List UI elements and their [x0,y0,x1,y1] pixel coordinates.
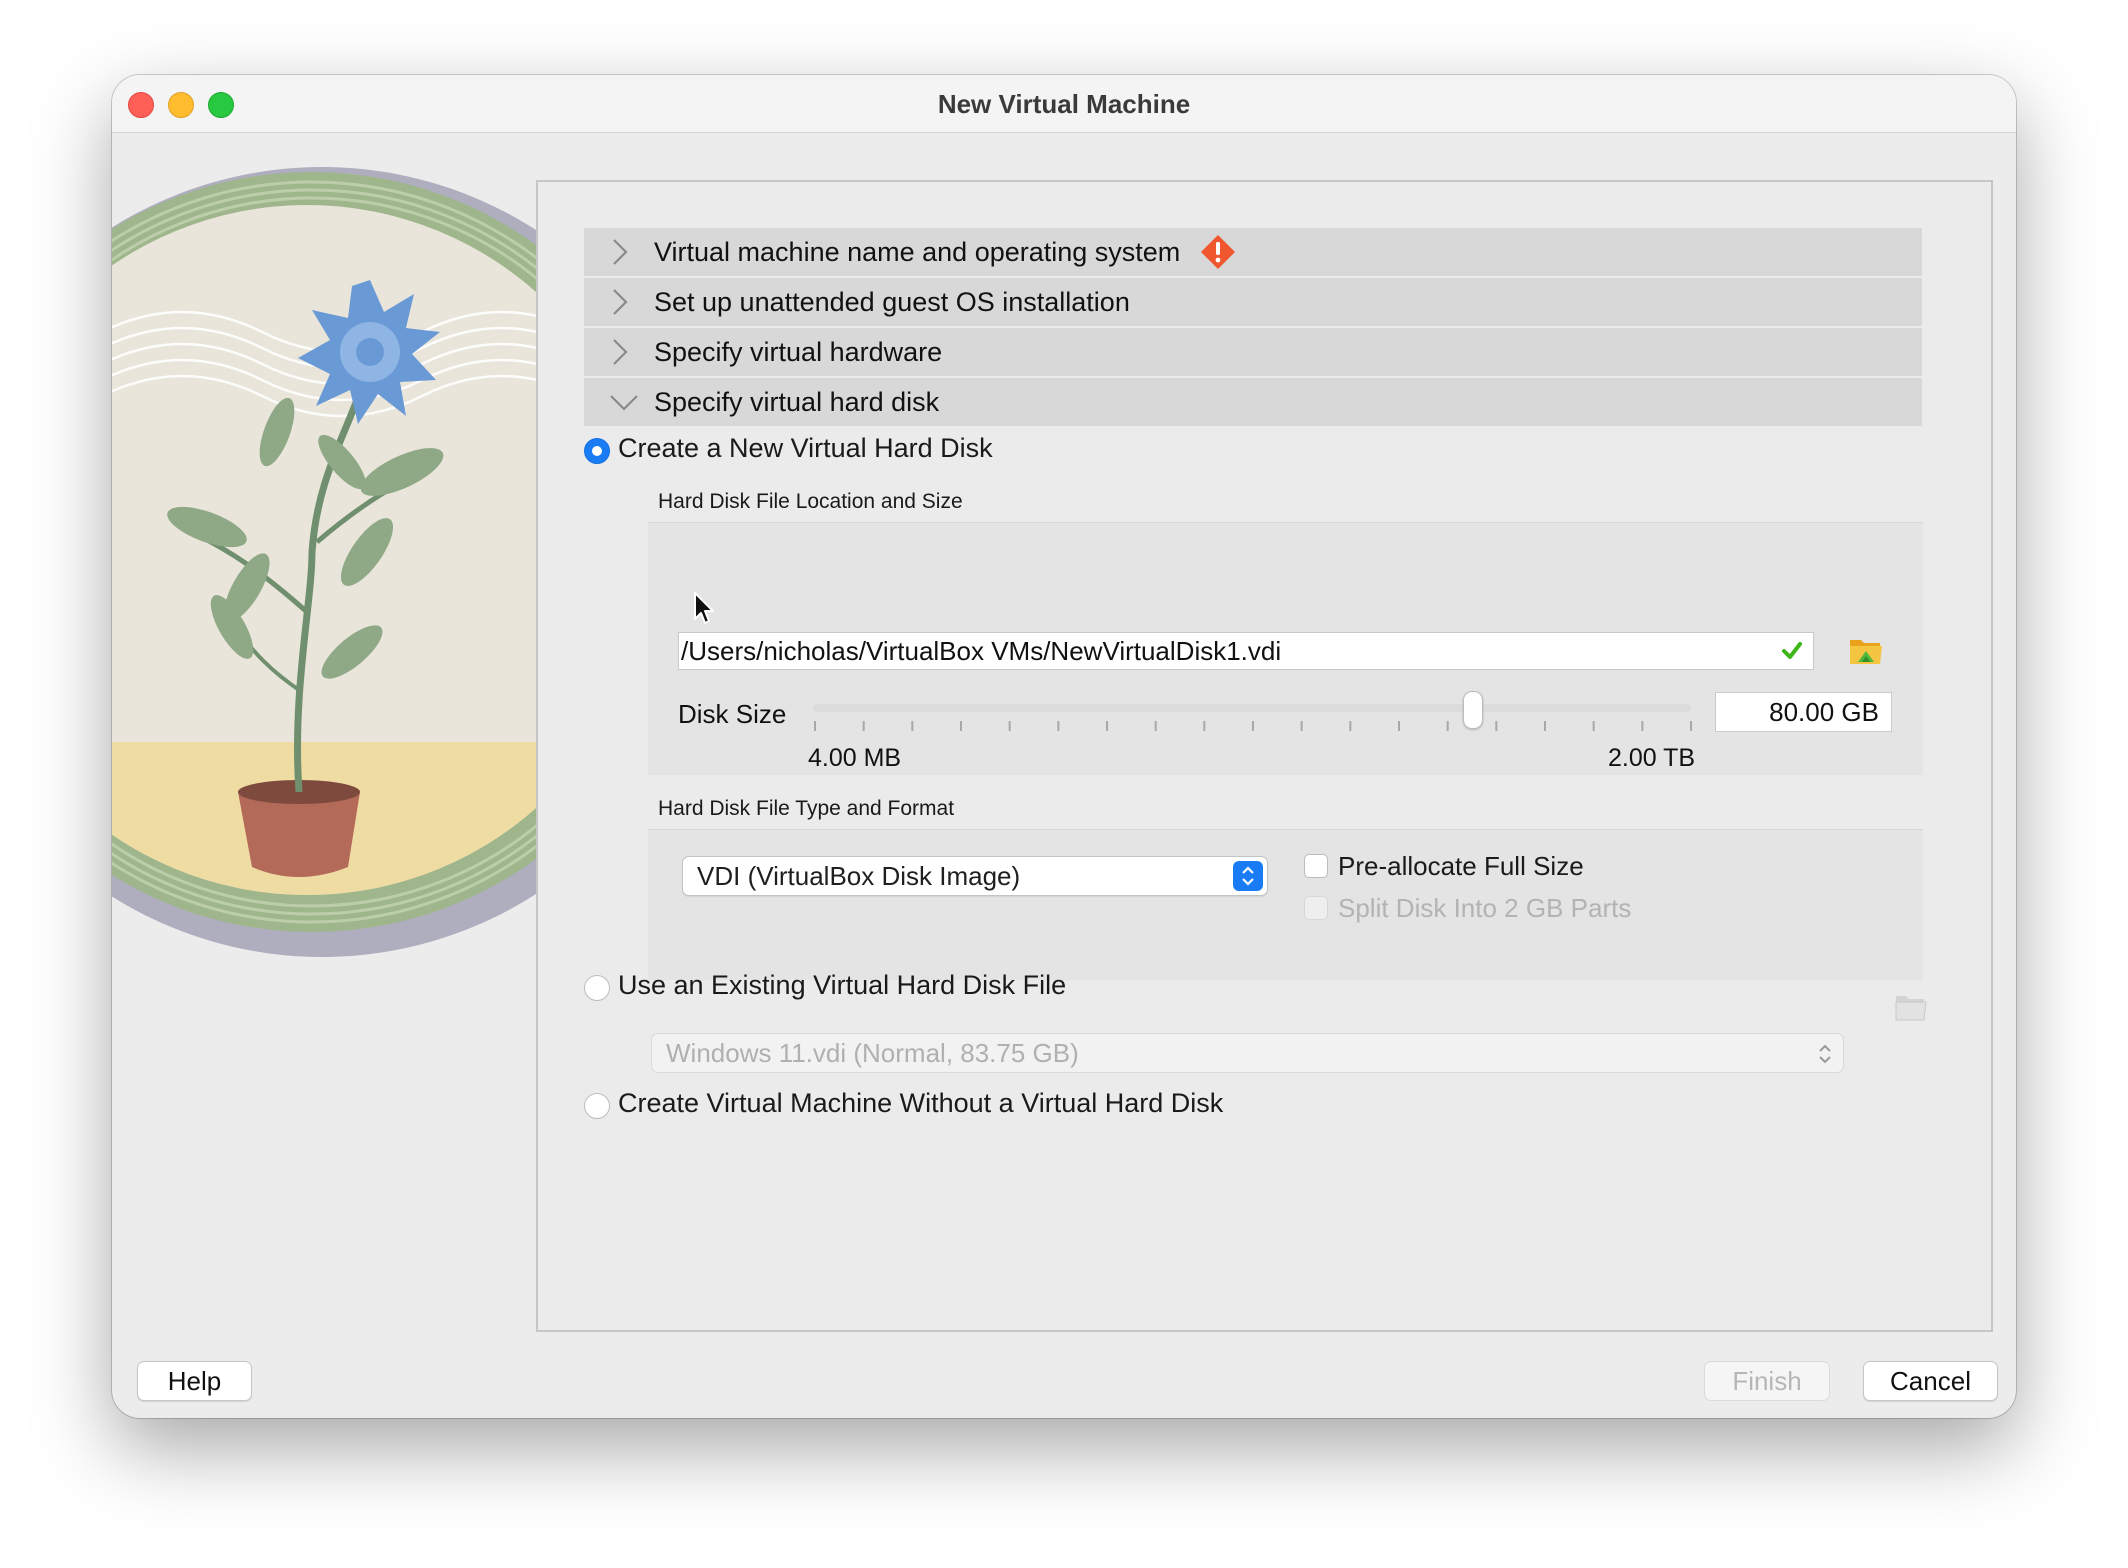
section-virtual-hard-disk[interactable]: Specify virtual hard disk [584,378,1922,426]
disk-size-input[interactable]: 80.00 GB [1715,692,1892,732]
use-existing-disk-radio[interactable] [584,975,610,1001]
cancel-button[interactable]: Cancel [1863,1361,1998,1401]
section-unattended-install[interactable]: Set up unattended guest OS installation [584,278,1922,326]
warning-icon [1201,235,1236,269]
help-button[interactable]: Help [137,1361,252,1401]
preallocate-checkbox[interactable] [1304,854,1328,878]
section-label: Set up unattended guest OS installation [654,286,1130,317]
chevron-down-icon [608,378,648,426]
create-new-disk-label[interactable]: Create a New Virtual Hard Disk [618,433,993,464]
location-size-group-title: Hard Disk File Location and Size [658,490,963,513]
use-existing-disk-label[interactable]: Use an Existing Virtual Hard Disk File [618,970,1066,1001]
section-label: Virtual machine name and operating syste… [654,236,1181,267]
check-icon [1782,642,1802,659]
split-disk-checkbox[interactable] [1304,896,1328,920]
chevron-right-icon [608,278,648,326]
disk-format-value: VDI (VirtualBox Disk Image) [697,861,1021,891]
folder-open-icon[interactable] [1894,990,1928,1022]
section-label: Specify virtual hard disk [654,386,940,417]
type-format-group-title: Hard Disk File Type and Format [658,797,955,820]
existing-disk-value: Windows 11.vdi (Normal, 83.75 GB) [666,1038,1079,1068]
create-new-disk-radio[interactable] [584,438,610,464]
wizard-panel: Virtual machine name and operating syste… [536,180,1993,1332]
section-virtual-hardware[interactable]: Specify virtual hardware [584,328,1922,376]
disk-size-slider-ticks [814,721,1692,731]
existing-disk-select[interactable]: Windows 11.vdi (Normal, 83.75 GB) [651,1033,1844,1073]
plant-illustration [112,167,552,957]
folder-open-icon[interactable] [1848,632,1884,668]
disk-path-text: /Users/nicholas/VirtualBox VMs/NewVirtua… [681,636,1282,666]
split-disk-label: Split Disk Into 2 GB Parts [1338,893,1632,923]
chevron-right-icon [608,328,648,376]
disk-size-slider-thumb[interactable] [1463,691,1484,729]
finish-button[interactable]: Finish [1704,1361,1830,1401]
type-format-group [648,829,1923,980]
chevron-right-icon [608,228,648,276]
no-disk-radio[interactable] [584,1093,610,1119]
section-label: Specify virtual hardware [654,336,943,367]
section-vm-name-os[interactable]: Virtual machine name and operating syste… [584,228,1922,276]
title-bar: New Virtual Machine [112,75,2016,133]
mouse-cursor-icon [694,592,714,624]
preallocate-label[interactable]: Pre-allocate Full Size [1338,851,1584,882]
select-stepper-icon [1233,861,1263,891]
select-stepper-icon [1819,1044,1831,1064]
new-vm-window: New Virtual Machine Virtual machine name… [112,75,2016,1418]
no-disk-label[interactable]: Create Virtual Machine Without a Virtual… [618,1088,1223,1119]
disk-format-select[interactable]: VDI (VirtualBox Disk Image) [682,856,1268,896]
window-title: New Virtual Machine [937,89,1191,119]
disk-size-slider-track[interactable] [813,704,1691,712]
slider-min-label: 4.00 MB [808,744,902,772]
slider-max-label: 2.00 TB [1608,744,1696,772]
disk-path-input[interactable]: /Users/nicholas/VirtualBox VMs/NewVirtua… [678,632,1814,670]
disk-size-label: Disk Size [678,699,787,729]
